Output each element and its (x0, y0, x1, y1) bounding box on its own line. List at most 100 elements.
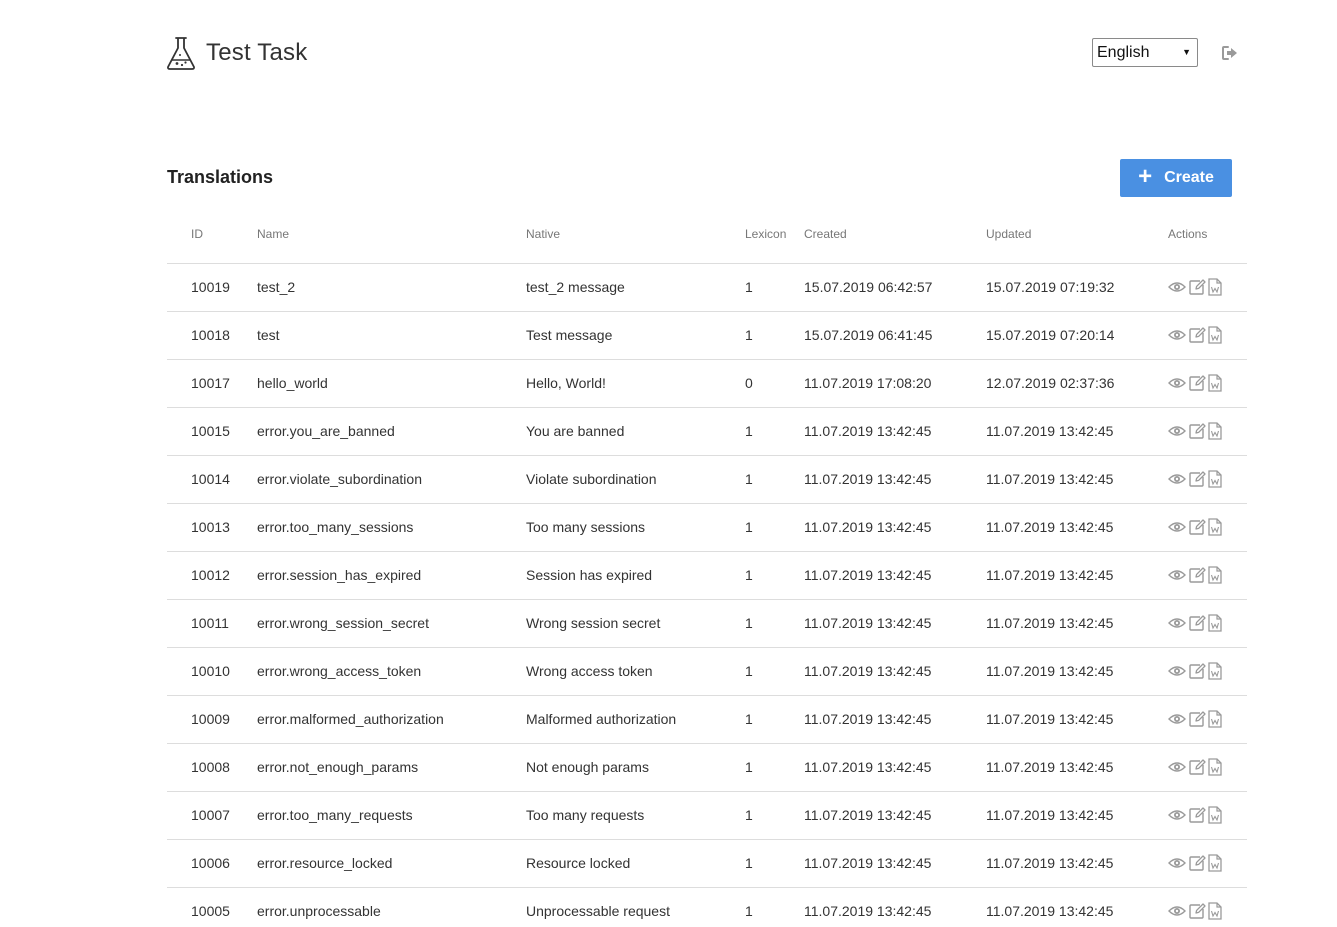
table-row: 10017 hello_world Hello, World! 0 11.07.2019… (167, 360, 1247, 408)
row-actions (1168, 854, 1224, 872)
edit-icon[interactable] (1188, 854, 1206, 872)
eye-icon[interactable] (1168, 568, 1186, 582)
cell-id: 10012 (191, 567, 230, 583)
word-file-icon[interactable] (1208, 470, 1222, 488)
edit-icon[interactable] (1188, 566, 1206, 584)
chevron-down-icon: ▼ (1182, 47, 1191, 57)
cell-lexicon: 1 (745, 615, 753, 631)
cell-id: 10010 (191, 663, 230, 679)
eye-icon[interactable] (1168, 616, 1186, 630)
edit-icon[interactable] (1188, 374, 1206, 392)
eye-icon[interactable] (1168, 472, 1186, 486)
cell-native: test_2 message (526, 279, 625, 295)
language-select[interactable]: English ▼ (1092, 38, 1198, 67)
word-file-icon[interactable] (1208, 806, 1222, 824)
cell-name: error.violate_subordination (257, 471, 422, 487)
word-file-icon[interactable] (1208, 614, 1222, 632)
word-file-icon[interactable] (1208, 278, 1222, 296)
edit-icon[interactable] (1188, 710, 1206, 728)
edit-icon[interactable] (1188, 422, 1206, 440)
edit-icon[interactable] (1188, 902, 1206, 920)
column-header-native[interactable]: Native (526, 227, 560, 241)
cell-created: 11.07.2019 13:42:45 (804, 519, 932, 535)
cell-native: Wrong session secret (526, 615, 661, 631)
edit-icon[interactable] (1188, 614, 1206, 632)
eye-icon[interactable] (1168, 904, 1186, 918)
column-header-created[interactable]: Created (804, 227, 847, 241)
eye-icon[interactable] (1168, 520, 1186, 534)
cell-created: 11.07.2019 13:42:45 (804, 903, 932, 919)
cell-native: Malformed authorization (526, 711, 677, 727)
cell-id: 10009 (191, 711, 230, 727)
cell-lexicon: 1 (745, 519, 753, 535)
cell-updated: 11.07.2019 13:42:45 (986, 759, 1114, 775)
cell-native: Test message (526, 327, 613, 343)
word-file-icon[interactable] (1208, 422, 1222, 440)
word-file-icon[interactable] (1208, 854, 1222, 872)
plus-icon: + (1138, 163, 1153, 190)
table-row: 10009 error.malformed_authorization Malfor… (167, 696, 1247, 744)
cell-updated: 11.07.2019 13:42:45 (986, 471, 1114, 487)
row-actions (1168, 902, 1224, 920)
cell-lexicon: 1 (745, 567, 753, 583)
eye-icon[interactable] (1168, 328, 1186, 342)
cell-id: 10011 (191, 615, 229, 631)
edit-icon[interactable] (1188, 278, 1206, 296)
cell-updated: 15.07.2019 07:19:32 (986, 279, 1115, 295)
word-file-icon[interactable] (1208, 710, 1222, 728)
eye-icon[interactable] (1168, 376, 1186, 390)
cell-name: error.wrong_access_token (257, 663, 422, 679)
logout-button[interactable] (1221, 44, 1239, 62)
page: Test Task English ▼ Translations + Creat… (0, 0, 1337, 927)
section-title: Translations (167, 167, 274, 187)
cell-name: test_2 (257, 279, 296, 295)
cell-updated: 15.07.2019 07:20:14 (986, 327, 1115, 343)
word-file-icon[interactable] (1208, 374, 1222, 392)
column-header-lexicon[interactable]: Lexicon (745, 227, 786, 241)
cell-updated: 11.07.2019 13:42:45 (986, 807, 1114, 823)
cell-name: error.you_are_banned (257, 423, 395, 439)
word-file-icon[interactable] (1208, 662, 1222, 680)
edit-icon[interactable] (1188, 662, 1206, 680)
brand[interactable]: Test Task (166, 36, 307, 70)
cell-id: 10006 (191, 855, 230, 871)
column-header-id[interactable]: ID (191, 227, 203, 241)
row-actions (1168, 710, 1224, 728)
column-header-actions: Actions (1168, 227, 1208, 241)
cell-id: 10005 (191, 903, 230, 919)
cell-created: 11.07.2019 13:42:45 (804, 711, 932, 727)
eye-icon[interactable] (1168, 760, 1186, 774)
cell-id: 10019 (191, 279, 230, 295)
cell-id: 10007 (191, 807, 230, 823)
cell-name: error.session_has_expired (257, 567, 422, 583)
translations-table: ID Name Native Lexicon Created Updated A… (167, 215, 1247, 927)
edit-icon[interactable] (1188, 806, 1206, 824)
eye-icon[interactable] (1168, 808, 1186, 822)
word-file-icon[interactable] (1208, 566, 1222, 584)
eye-icon[interactable] (1168, 280, 1186, 294)
edit-icon[interactable] (1188, 326, 1206, 344)
cell-name: error.unprocessable (257, 903, 381, 919)
eye-icon[interactable] (1168, 424, 1186, 438)
cell-created: 11.07.2019 13:42:45 (804, 471, 932, 487)
eye-icon[interactable] (1168, 664, 1186, 678)
cell-name: error.too_many_sessions (257, 519, 414, 535)
word-file-icon[interactable] (1208, 758, 1222, 776)
word-file-icon[interactable] (1208, 902, 1222, 920)
edit-icon[interactable] (1188, 518, 1206, 536)
eye-icon[interactable] (1168, 712, 1186, 726)
cell-lexicon: 0 (745, 375, 753, 391)
word-file-icon[interactable] (1208, 326, 1222, 344)
cell-id: 10008 (191, 759, 230, 775)
edit-icon[interactable] (1188, 470, 1206, 488)
app-title: Test Task (206, 39, 308, 66)
column-header-name[interactable]: Name (257, 227, 289, 241)
eye-icon[interactable] (1168, 856, 1186, 870)
cell-created: 11.07.2019 13:42:45 (804, 807, 932, 823)
word-file-icon[interactable] (1208, 518, 1222, 536)
edit-icon[interactable] (1188, 758, 1206, 776)
cell-name: error.too_many_requests (257, 807, 413, 823)
cell-created: 11.07.2019 13:42:45 (804, 759, 932, 775)
column-header-updated[interactable]: Updated (986, 227, 1031, 241)
create-button[interactable]: + Create (1120, 159, 1232, 197)
